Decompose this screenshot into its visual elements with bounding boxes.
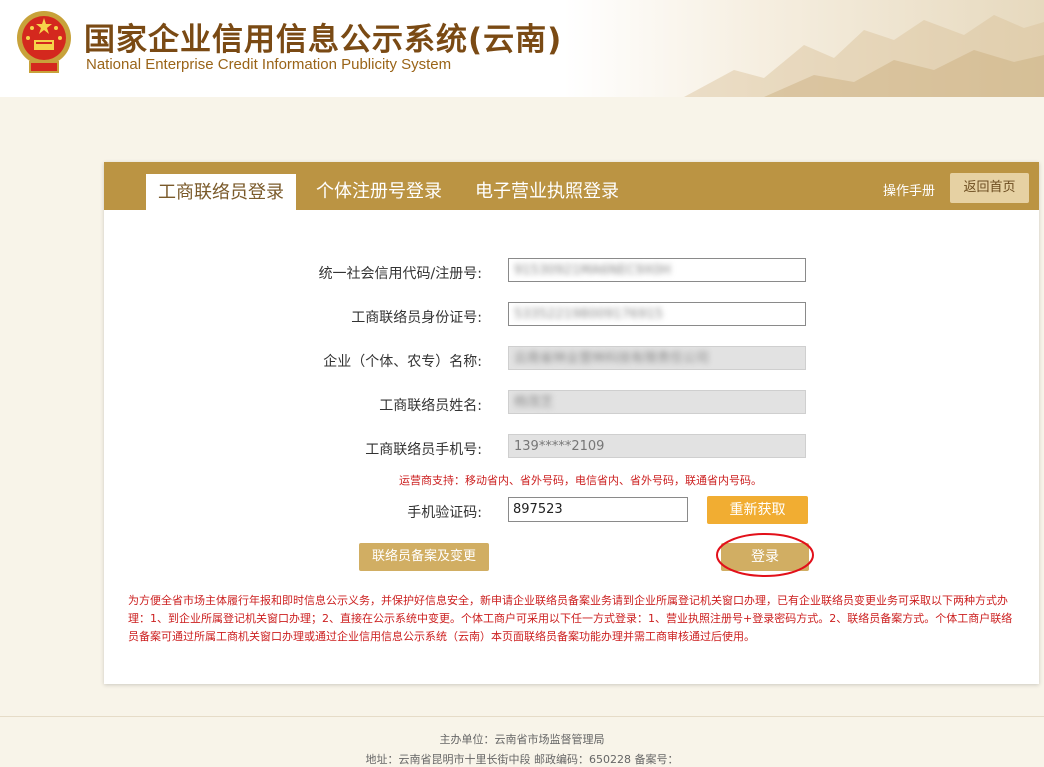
id-number-value: 533522198009176915 <box>514 307 663 322</box>
resend-code-button[interactable]: 重新获取 <box>707 496 808 524</box>
credit-code-label: 统一社会信用代码/注册号: <box>318 266 482 282</box>
contact-name-value: 杨茂芝 <box>514 395 554 410</box>
mountain-decoration <box>684 15 1044 97</box>
footer-sponsor: 主办单位：云南省市场监督管理局 <box>439 733 605 746</box>
enterprise-name-field: 云南省林业营林科技有限责任公司 <box>508 346 806 370</box>
sms-code-input[interactable]: 897523 <box>508 497 688 522</box>
credit-code-value: 91530921MA6NEC9X0H <box>514 263 671 278</box>
home-button[interactable]: 返回首页 <box>950 173 1029 203</box>
annotation-circle <box>716 533 814 577</box>
id-number-input[interactable]: 533522198009176915 <box>508 302 806 326</box>
contact-name-label: 工商联络员姓名: <box>379 398 482 414</box>
phone-label: 工商联络员手机号: <box>365 442 482 458</box>
site-title: 国家企业信用信息公示系统(云南) <box>84 22 563 58</box>
liaison-filing-button[interactable]: 联络员备案及变更 <box>359 543 489 571</box>
enterprise-name-value: 云南省林业营林科技有限责任公司 <box>514 351 710 366</box>
filing-notice: 为方便全省市场主体履行年报和即时信息公示义务，并保护好信息安全，新申请企业联络员… <box>128 594 1013 643</box>
credit-code-input[interactable]: 91530921MA6NEC9X0H <box>508 258 806 282</box>
site-header: 国家企业信用信息公示系统(云南) National Enterprise Cre… <box>0 0 1044 97</box>
enterprise-name-label: 企业（个体、农专）名称: <box>323 354 482 370</box>
footer-address: 地址：云南省昆明市十里长街中段 邮政编码：650228 备案号： <box>365 753 679 766</box>
login-panel: 工商联络员登录 个体注册号登录 电子营业执照登录 操作手册 返回首页 统一社会信… <box>104 162 1039 684</box>
contact-name-field: 杨茂芝 <box>508 390 806 414</box>
sms-code-label: 手机验证码: <box>407 505 482 521</box>
manual-link[interactable]: 操作手册 <box>883 180 935 199</box>
tab-individual-login[interactable]: 个体注册号登录 <box>316 177 442 203</box>
phone-field: 139*****2109 <box>508 434 806 458</box>
tab-liaison-login[interactable]: 工商联络员登录 <box>146 174 296 210</box>
carrier-notice: 运营商支持：移动省内、省外号码，电信省内、省外号码，联通省内号码。 <box>399 474 762 487</box>
phone-value: 139*****2109 <box>514 439 605 454</box>
national-emblem-icon <box>17 11 71 73</box>
site-footer: 主办单位：云南省市场监督管理局 地址：云南省昆明市十里长街中段 邮政编码：650… <box>0 716 1044 766</box>
login-tab-bar: 工商联络员登录 个体注册号登录 电子营业执照登录 操作手册 返回首页 <box>104 162 1039 210</box>
site-title-english: National Enterprise Credit Information P… <box>86 56 452 73</box>
id-number-label: 工商联络员身份证号: <box>351 310 482 326</box>
tab-e-license-login[interactable]: 电子营业执照登录 <box>475 177 619 203</box>
